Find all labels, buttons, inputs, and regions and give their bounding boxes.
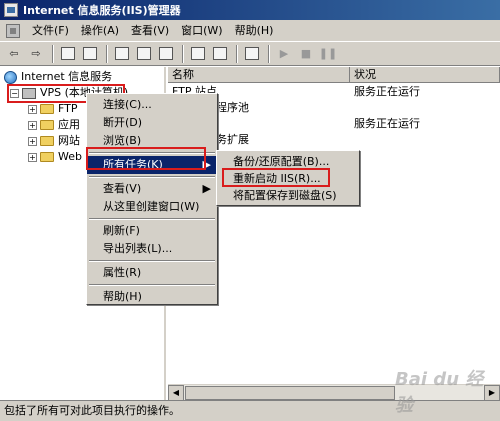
toolbar: ⇦ ⇨ ▶ ■ ❚❚	[0, 42, 500, 66]
toolbar-separator	[236, 44, 238, 63]
list-item-name[interactable]: 程序池	[216, 100, 249, 116]
play-icon[interactable]: ▶	[274, 44, 294, 64]
expand-icon[interactable]: +	[28, 120, 37, 130]
submenu-arrow-icon: ▶	[202, 182, 211, 195]
tree-item-websites[interactable]: + 网站	[28, 133, 80, 149]
folder-icon	[40, 104, 54, 114]
stop-icon[interactable]: ■	[296, 44, 316, 64]
menu-item-export-list[interactable]: 导出列表(L)...	[87, 240, 217, 258]
pause-icon[interactable]: ❚❚	[318, 44, 338, 64]
menu-item-connect[interactable]: 连接(C)...	[87, 96, 217, 114]
toolbar-separator	[182, 44, 184, 63]
iis-globe-icon	[4, 70, 17, 84]
menu-separator	[89, 176, 215, 178]
scroll-thumb[interactable]	[185, 386, 395, 400]
title-bar: Internet 信息服务(IIS)管理器	[0, 0, 500, 20]
list-item-name[interactable]: 务扩展	[216, 132, 249, 148]
tree-item-label: FTP	[58, 102, 78, 115]
menu-item-view-label: 查看(V)	[103, 182, 142, 195]
refresh-icon[interactable]	[134, 44, 154, 64]
menu-item-refresh[interactable]: 刷新(F)	[87, 222, 217, 240]
list-item-status: 服务正在运行	[354, 85, 420, 98]
menu-separator	[89, 260, 215, 262]
folder-icon	[40, 152, 54, 162]
tree-root[interactable]: Internet 信息服务	[4, 69, 112, 85]
column-header-name[interactable]: 名称	[168, 67, 350, 83]
tree-item-label: 应用	[58, 118, 80, 131]
help-icon[interactable]	[188, 44, 208, 64]
properties-icon[interactable]	[112, 44, 132, 64]
menu-item-disconnect[interactable]: 断开(D)	[87, 114, 217, 132]
watermark: Bai du 经验	[395, 369, 484, 416]
tree-item-ftp[interactable]: + FTP	[28, 101, 78, 117]
toolbar-separator	[52, 44, 54, 63]
menu-item-new-window[interactable]: 从这里创建窗口(W)	[87, 198, 217, 216]
computer-icon[interactable]	[242, 44, 262, 64]
expand-icon[interactable]: +	[28, 152, 37, 162]
scroll-left-icon[interactable]: ◀	[168, 385, 184, 401]
window-title: Internet 信息服务(IIS)管理器	[23, 4, 181, 17]
up-folder-icon[interactable]	[58, 44, 78, 64]
menu-window[interactable]: 窗口(W)	[175, 20, 228, 42]
show-tree-icon[interactable]	[80, 44, 100, 64]
highlight-restart-iis	[222, 168, 330, 187]
folder-icon	[40, 120, 54, 130]
submenu-item-save-config[interactable]: 将配置保存到磁盘(S)	[217, 187, 359, 205]
list-item-status: 服务正在运行	[354, 117, 420, 130]
context-menu: 连接(C)... 断开(D) 浏览(B) 所有任务(K) ▶ 查看(V) ▶ 从…	[86, 93, 218, 305]
folder-icon	[40, 136, 54, 146]
menu-bar: 文件(F) 操作(A) 查看(V) 窗口(W) 帮助(H)	[0, 20, 500, 42]
toolbar-separator	[268, 44, 270, 63]
tree-item-label: 网站	[58, 134, 80, 147]
expand-icon[interactable]: +	[28, 104, 37, 114]
menu-help[interactable]: 帮助(H)	[229, 20, 280, 42]
tree-root-label: Internet 信息服务	[21, 70, 113, 83]
back-icon[interactable]: ⇦	[4, 44, 24, 64]
app-menu-icon[interactable]	[6, 23, 20, 38]
toolbar-separator	[106, 44, 108, 63]
tree-item-web-extensions[interactable]: + Web	[28, 149, 82, 165]
status-text: 包括了所有可对此项目执行的操作。	[4, 404, 180, 417]
menu-view[interactable]: 查看(V)	[125, 20, 175, 42]
export-list-icon[interactable]	[156, 44, 176, 64]
menu-separator	[89, 218, 215, 220]
tree-item-app-pools[interactable]: + 应用	[28, 117, 80, 133]
menu-separator	[89, 284, 215, 286]
forward-icon[interactable]: ⇨	[26, 44, 46, 64]
menu-action[interactable]: 操作(A)	[75, 20, 125, 42]
show-action-pane-icon[interactable]	[210, 44, 230, 64]
tree-item-label: Web	[58, 150, 82, 163]
menu-item-properties[interactable]: 属性(R)	[87, 264, 217, 282]
menu-item-view[interactable]: 查看(V) ▶	[87, 180, 217, 198]
highlight-all-tasks	[86, 147, 206, 170]
menu-item-help[interactable]: 帮助(H)	[87, 288, 217, 306]
expand-icon[interactable]: +	[28, 136, 37, 146]
menu-file[interactable]: 文件(F)	[26, 20, 75, 42]
column-header-status[interactable]: 状况	[350, 67, 500, 83]
iis-app-icon	[4, 3, 18, 17]
